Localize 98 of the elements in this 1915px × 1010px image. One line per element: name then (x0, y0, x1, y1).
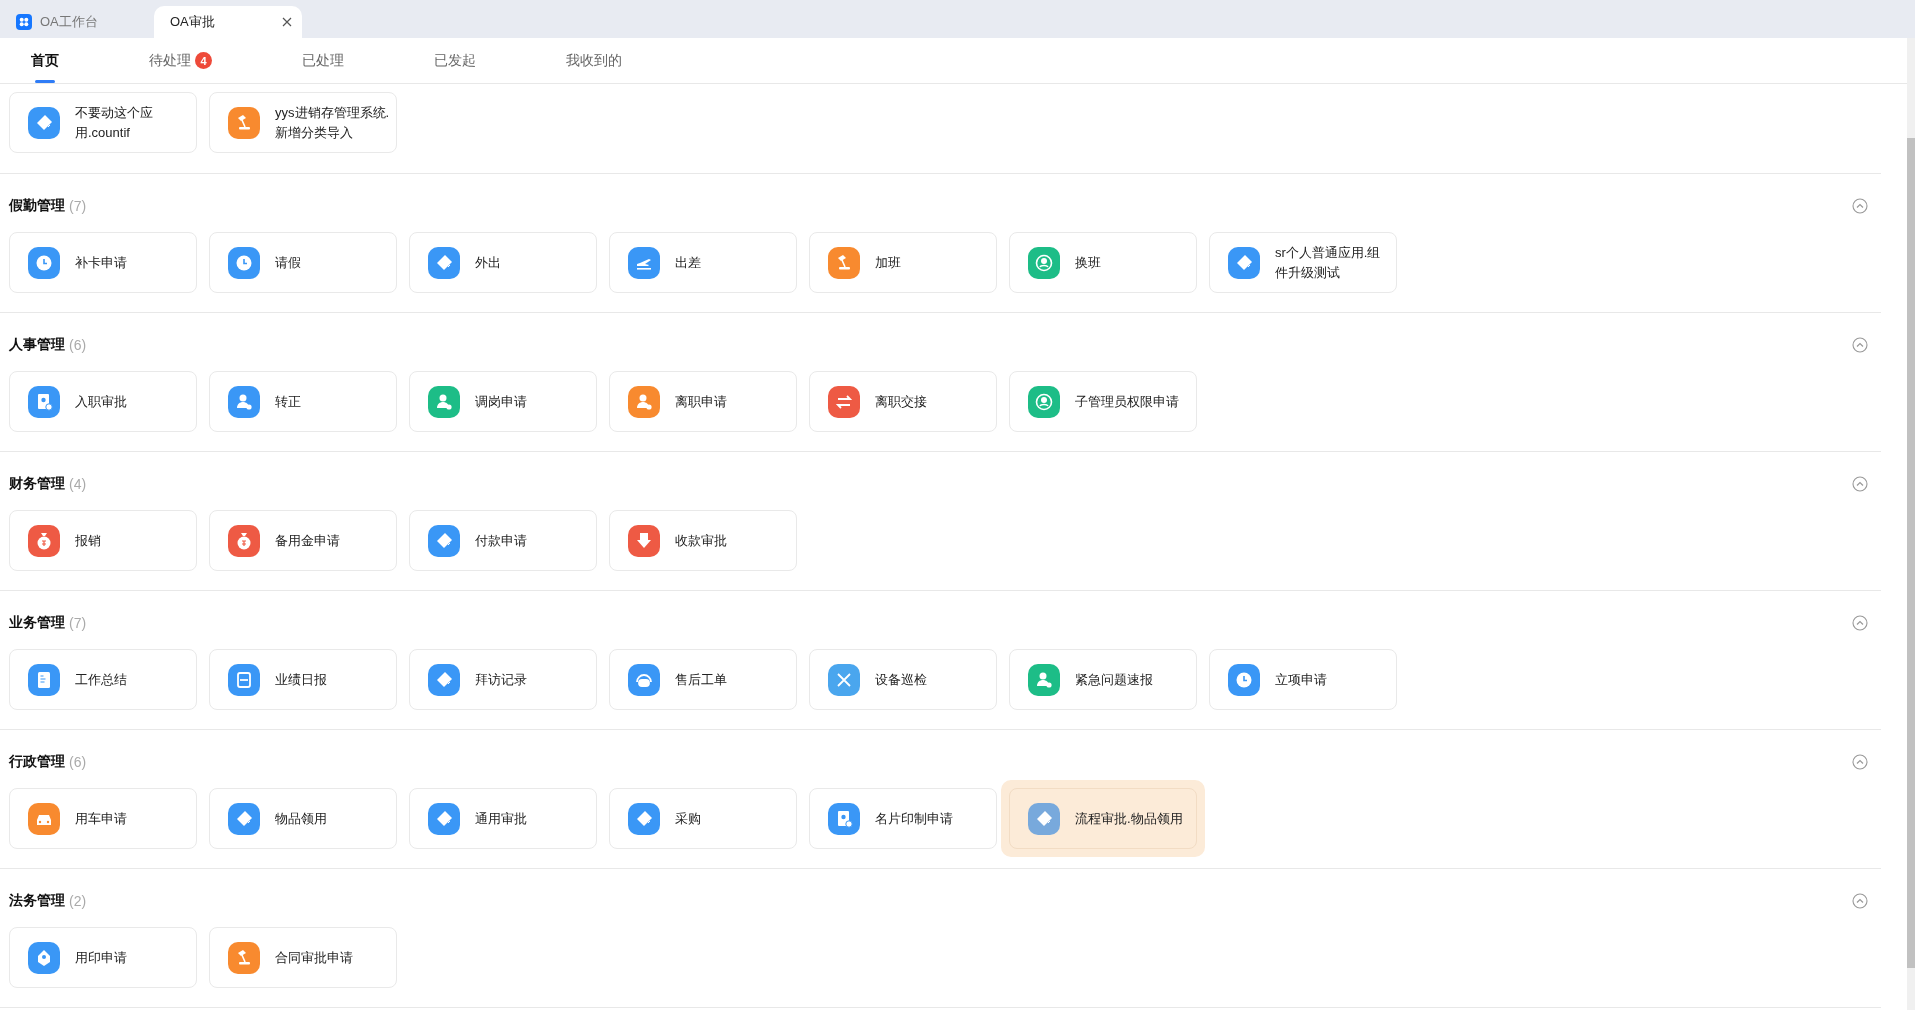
app-card[interactable]: 采购 (609, 788, 797, 849)
app-card[interactable]: 离职申请 (609, 371, 797, 432)
app-name: 子管理员权限申请 (1075, 392, 1179, 411)
app-name: 通用审批 (475, 809, 527, 828)
collapse-icon[interactable] (1852, 198, 1868, 214)
app-name: 备用金申请 (275, 531, 340, 550)
section-title: 行政管理 (9, 753, 65, 771)
browser-tab[interactable]: OA审批 (154, 6, 302, 38)
app-card[interactable]: 加班 (809, 232, 997, 293)
collapse-icon[interactable] (1852, 337, 1868, 353)
section-title: 假勤管理 (9, 197, 65, 215)
app-card[interactable]: 业绩日报 (209, 649, 397, 710)
app-name: 调岗申请 (475, 392, 527, 411)
app-card[interactable]: 换班 (1009, 232, 1197, 293)
app-card[interactable]: 入职审批 (9, 371, 197, 432)
section-count: (2) (69, 893, 88, 909)
app-name: 入职审批 (75, 392, 127, 411)
app-card[interactable]: 不要动这个应用.countif (9, 92, 197, 153)
app-name: 收款审批 (675, 531, 727, 550)
app-card[interactable]: 离职交接 (809, 371, 997, 432)
app-name: 拜访记录 (475, 670, 527, 689)
collapse-icon[interactable] (1852, 754, 1868, 770)
app-card[interactable]: 出差 (609, 232, 797, 293)
scrollbar[interactable] (1907, 38, 1915, 1010)
app-name: 采购 (675, 809, 701, 828)
browser-tab-label: OA审批 (170, 13, 216, 31)
app-card[interactable]: 合同审批申请 (209, 927, 397, 988)
app-card[interactable]: 付款申请 (409, 510, 597, 571)
app-card[interactable]: 请假 (209, 232, 397, 293)
app-name: 工作总结 (75, 670, 127, 689)
app-card[interactable]: 名片印制申请 (809, 788, 997, 849)
nav-tab[interactable]: 首页 (0, 38, 90, 83)
app-card[interactable]: 紧急问题速报 (1009, 649, 1197, 710)
app-name: 报销 (75, 531, 101, 550)
section-count: (7) (69, 615, 88, 631)
section-title: 财务管理 (9, 475, 65, 493)
app-card[interactable]: yys进销存管理系统.新增分类导入 (209, 92, 397, 153)
app-card[interactable]: 用印申请 (9, 927, 197, 988)
nav-tab[interactable]: 我收到的 (535, 38, 653, 83)
app-name: 请假 (275, 253, 301, 272)
app-name: 流程审批.物品领用 (1075, 809, 1183, 828)
count-badge: 4 (195, 52, 212, 69)
section-title: 法务管理 (9, 892, 65, 910)
app-card[interactable]: 售后工单 (609, 649, 797, 710)
app-name: 付款申请 (475, 531, 527, 550)
app-card[interactable]: 立项申请 (1209, 649, 1397, 710)
app-card[interactable]: 流程审批.物品领用 (1009, 788, 1197, 849)
app-card[interactable]: 调岗申请 (409, 371, 597, 432)
app-card[interactable]: 拜访记录 (409, 649, 597, 710)
app-name: 立项申请 (1275, 670, 1327, 689)
nav-tab[interactable]: 已处理 (271, 38, 375, 83)
collapse-icon[interactable] (1852, 615, 1868, 631)
app-card[interactable]: 收款审批 (609, 510, 797, 571)
app-name: 用车申请 (75, 809, 127, 828)
app-card[interactable]: 设备巡检 (809, 649, 997, 710)
section-count: (6) (69, 337, 88, 353)
section-count: (7) (69, 198, 88, 214)
app-name: 离职交接 (875, 392, 927, 411)
app-name: 名片印制申请 (875, 809, 953, 828)
app-name: 加班 (875, 253, 901, 272)
app-name: 离职申请 (675, 392, 727, 411)
app-card[interactable]: 子管理员权限申请 (1009, 371, 1197, 432)
collapse-icon[interactable] (1852, 893, 1868, 909)
app-name: 外出 (475, 253, 501, 272)
app-card[interactable]: 物品领用 (209, 788, 397, 849)
section-title: 业务管理 (9, 614, 65, 632)
close-icon[interactable] (282, 17, 292, 27)
app-card[interactable]: 外出 (409, 232, 597, 293)
app-name: 换班 (1075, 253, 1101, 272)
browser-tab-label: OA工作台 (40, 13, 99, 31)
app-card[interactable]: 转正 (209, 371, 397, 432)
app-card[interactable]: 备用金申请 (209, 510, 397, 571)
section-count: (4) (69, 476, 88, 492)
app-name: 紧急问题速报 (1075, 670, 1153, 689)
collapse-icon[interactable] (1852, 476, 1868, 492)
app-name: 售后工单 (675, 670, 727, 689)
app-name: yys进销存管理系统.新增分类导入 (275, 103, 391, 142)
app-name: sr个人普通应用.组件升级测试 (1275, 243, 1382, 282)
browser-tab[interactable]: OA工作台 (6, 6, 154, 38)
section-count: (6) (69, 754, 88, 770)
app-name: 不要动这个应用.countif (75, 103, 154, 142)
app-card[interactable]: 工作总结 (9, 649, 197, 710)
app-name: 业绩日报 (275, 670, 327, 689)
app-name: 补卡申请 (75, 253, 127, 272)
app-name: 合同审批申请 (275, 948, 353, 967)
app-name: 设备巡检 (875, 670, 927, 689)
app-name: 出差 (675, 253, 701, 272)
nav-tab[interactable]: 已发起 (403, 38, 507, 83)
app-name: 转正 (275, 392, 301, 411)
app-card[interactable]: sr个人普通应用.组件升级测试 (1209, 232, 1397, 293)
app-name: 用印申请 (75, 948, 127, 967)
nav-tab[interactable]: 待处理 4 (118, 38, 243, 83)
app-card[interactable]: 报销 (9, 510, 197, 571)
app-card[interactable]: 用车申请 (9, 788, 197, 849)
section-title: 人事管理 (9, 336, 65, 354)
app-name: 物品领用 (275, 809, 327, 828)
app-card[interactable]: 通用审批 (409, 788, 597, 849)
app-card[interactable]: 补卡申请 (9, 232, 197, 293)
